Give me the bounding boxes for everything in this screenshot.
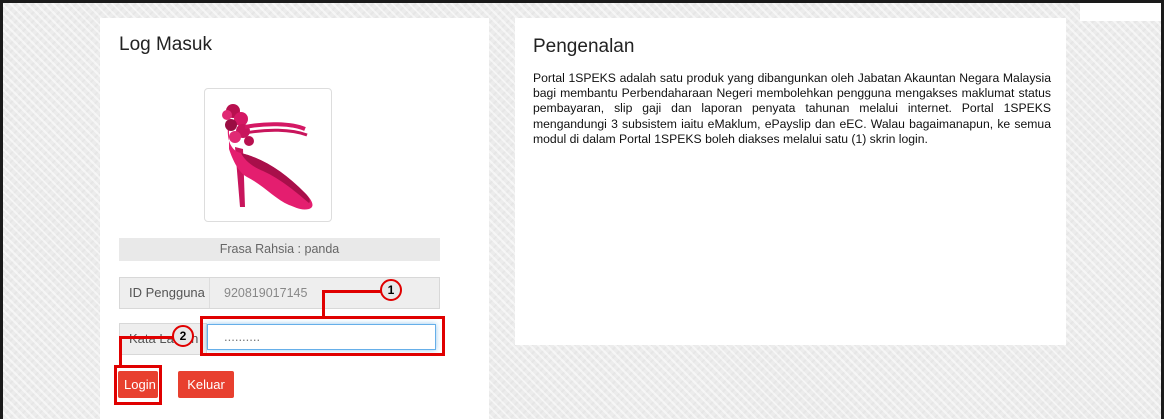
user-id-value[interactable]: 920819017145 <box>224 278 307 308</box>
security-image <box>204 88 332 222</box>
exit-button[interactable]: Keluar <box>178 371 234 398</box>
intro-title: Pengenalan <box>533 36 635 57</box>
password-highlight-box <box>200 316 445 356</box>
intro-text: Portal 1SPEKS adalah satu produk yang di… <box>533 71 1051 146</box>
shoe-icon <box>222 104 313 210</box>
security-phrase: Frasa Rahsia : panda <box>119 238 440 261</box>
screenshot-border-top <box>0 0 1164 3</box>
callout-2-line-vertical <box>119 336 122 366</box>
intro-panel: Pengenalan Portal 1SPEKS adalah satu pro… <box>515 18 1066 345</box>
callout-2: 2 <box>172 325 194 347</box>
page-corner <box>1080 3 1161 21</box>
password-label-box: Kata Laluan <box>119 323 207 355</box>
login-highlight-box <box>114 365 162 405</box>
callout-1: 1 <box>380 279 402 301</box>
screenshot-border-left <box>0 0 3 419</box>
login-panel: Log Masuk Frasa Rahsia : panda ID Penggu… <box>100 18 489 419</box>
callout-1-line-vertical <box>322 290 325 317</box>
callout-1-line-horizontal <box>322 290 382 293</box>
field-divider <box>209 278 210 308</box>
callout-2-line-horizontal <box>119 336 175 339</box>
login-title: Log Masuk <box>119 34 212 55</box>
user-id-label: ID Pengguna <box>129 285 205 300</box>
